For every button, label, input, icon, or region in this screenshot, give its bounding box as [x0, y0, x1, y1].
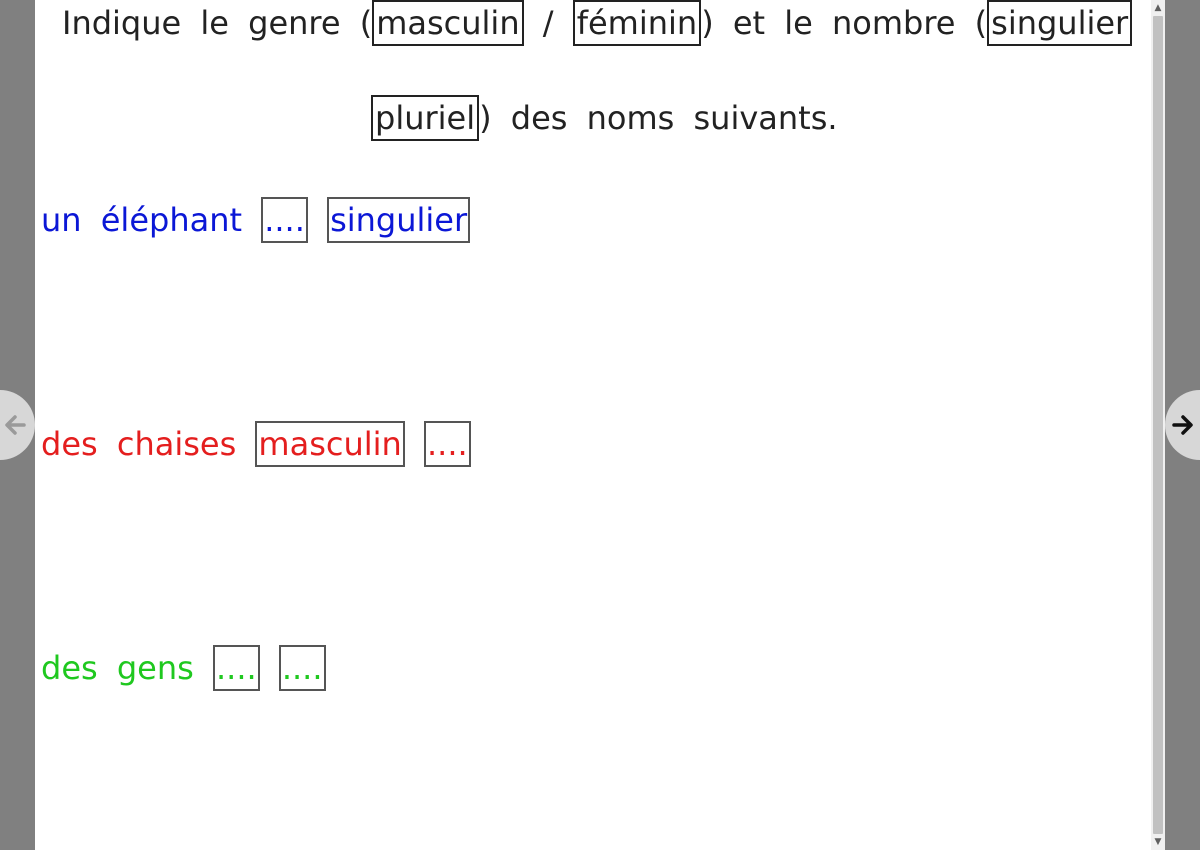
scroll-thumb[interactable] [1153, 16, 1163, 834]
option-masculin-box[interactable]: masculin [372, 0, 524, 46]
exercise-row-1: un éléphant .... singulier [41, 197, 471, 243]
instruction-line-2: pluriel) des noms suivants. [371, 95, 838, 141]
worksheet-page: Indique le genre (masculin / féminin) et… [35, 0, 1162, 850]
arrow-right-icon [1172, 415, 1193, 435]
vertical-scrollbar[interactable]: ▲ ▼ [1151, 0, 1165, 850]
previous-page-button[interactable] [0, 390, 35, 460]
instruction-text-3: ) des noms suivants. [479, 99, 838, 137]
scroll-up-arrow[interactable]: ▲ [1151, 1, 1165, 15]
exercise-noun-2: des chaises [41, 425, 237, 463]
exercise-genre-box-1[interactable]: .... [261, 197, 308, 243]
exercise-noun-3: des gens [41, 649, 194, 687]
instruction-text-2: ) et le nombre ( [701, 4, 988, 42]
exercise-noun-1: un éléphant [41, 201, 243, 239]
instruction-separator-1: / [523, 4, 573, 42]
exercise-genre-box-3[interactable]: .... [212, 645, 260, 691]
exercise-nombre-box-3[interactable]: .... [278, 645, 326, 691]
exercise-row-3: des gens .... .... [41, 645, 326, 691]
exercise-nombre-box-1[interactable]: singulier [327, 197, 471, 243]
option-feminin-box[interactable]: féminin [572, 0, 702, 46]
exercise-row-2: des chaises masculin .... [41, 421, 471, 467]
arrow-left-icon [5, 415, 26, 435]
option-singulier-box[interactable]: singulier [987, 0, 1133, 46]
instruction-line-1: Indique le genre (masculin / féminin) et… [62, 0, 1162, 46]
instruction-text-1: Indique le genre ( [62, 4, 373, 42]
exercise-genre-box-2[interactable]: masculin [255, 421, 405, 467]
scroll-down-arrow[interactable]: ▼ [1151, 835, 1165, 849]
exercise-nombre-box-2[interactable]: .... [423, 421, 471, 467]
option-pluriel-box[interactable]: pluriel [371, 95, 480, 141]
